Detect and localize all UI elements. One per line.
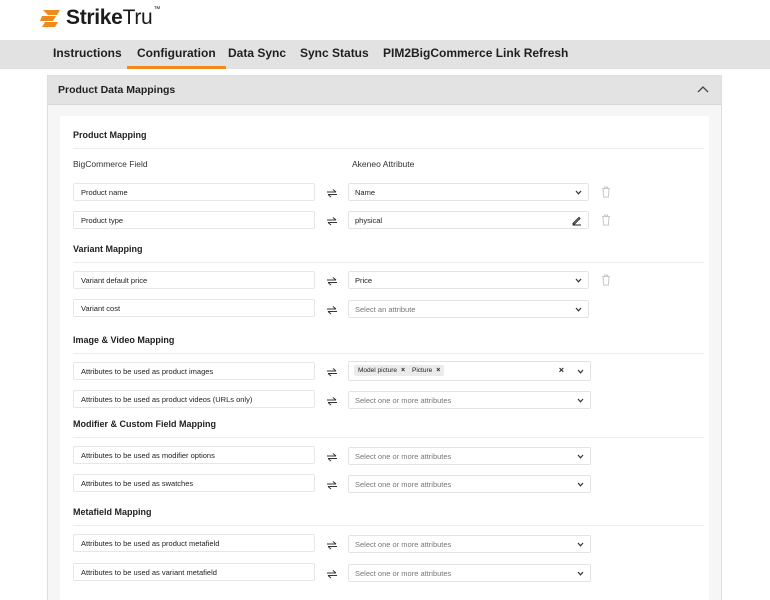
swap-arrows-icon (327, 570, 337, 579)
chevron-down-icon (575, 307, 582, 312)
select-product-name[interactable]: Name (348, 183, 589, 201)
swap-arrows-icon (327, 541, 337, 550)
swap-arrows-icon (327, 397, 337, 406)
tab-configuration[interactable]: Configuration (127, 40, 226, 69)
stroke-s-logo-icon (40, 10, 60, 27)
brand-logo: StrikeTru™ (40, 6, 161, 29)
trash-icon[interactable] (601, 274, 611, 286)
divider (73, 148, 704, 149)
swap-arrows-icon (327, 189, 337, 198)
multiselect-product-images[interactable]: Model picture × Picture × × (348, 361, 591, 381)
panel-header[interactable]: Product Data Mappings (48, 76, 721, 105)
multiselect-modifier-options[interactable]: Select one or more attributes (348, 447, 591, 465)
swap-arrows-icon (327, 306, 337, 315)
tab-instructions[interactable]: Instructions (53, 40, 122, 69)
chevron-up-icon[interactable] (697, 85, 709, 95)
trash-icon[interactable] (601, 186, 611, 198)
mapping-card: Product Mapping BigCommerce Field Akeneo… (60, 116, 709, 600)
field-variant-default-price: Variant default price (73, 271, 315, 289)
multiselect-product-metafield[interactable]: Select one or more attributes (348, 535, 591, 553)
product-data-mappings-panel: Product Data Mappings Product Mapping Bi… (47, 75, 722, 600)
clear-all-icon[interactable]: × (559, 365, 564, 375)
close-icon[interactable]: × (401, 367, 405, 374)
chevron-down-icon (577, 482, 584, 487)
tab-link-refresh[interactable]: PIM2BigCommerce Link Refresh (383, 40, 568, 69)
chevron-down-icon (577, 571, 584, 576)
section-title-image-video: Image & Video Mapping (73, 335, 175, 345)
chip-picture: Picture × (408, 365, 445, 376)
input-product-type[interactable]: physical (348, 211, 589, 229)
multiselect-variant-metafield[interactable]: Select one or more attributes (348, 564, 591, 582)
tab-sync-status[interactable]: Sync Status (300, 40, 369, 69)
field-product-name: Product name (73, 183, 315, 201)
column-label-akeneo: Akeneo Attribute (352, 159, 415, 169)
swap-arrows-icon (327, 217, 337, 226)
panel-title: Product Data Mappings (58, 84, 176, 96)
tab-data-sync[interactable]: Data Sync (228, 40, 286, 69)
section-title-modifier: Modifier & Custom Field Mapping (73, 419, 216, 429)
select-variant-cost[interactable]: Select an attribute (348, 300, 589, 318)
multiselect-swatches[interactable]: Select one or more attributes (348, 475, 591, 493)
section-title-variant: Variant Mapping (73, 244, 143, 254)
divider (73, 525, 704, 526)
chevron-down-icon (577, 398, 584, 403)
brand-name: StrikeTru™ (66, 6, 161, 29)
multiselect-product-videos[interactable]: Select one or more attributes (348, 391, 591, 409)
section-title-product: Product Mapping (73, 130, 147, 140)
select-variant-default-price[interactable]: Price (348, 271, 589, 289)
chevron-down-icon (575, 190, 582, 195)
field-product-images: Attributes to be used as product images (73, 362, 315, 380)
main-nav: Instructions Configuration Data Sync Syn… (0, 40, 770, 69)
chip-model-picture: Model picture × (354, 365, 410, 376)
swap-arrows-icon (327, 481, 337, 490)
pencil-icon[interactable] (571, 215, 582, 226)
close-icon[interactable]: × (436, 367, 440, 374)
divider (73, 437, 704, 438)
trash-icon[interactable] (601, 214, 611, 226)
chevron-down-icon (577, 454, 584, 459)
field-product-metafield: Attributes to be used as product metafie… (73, 534, 315, 552)
swap-arrows-icon (327, 368, 337, 377)
field-modifier-options: Attributes to be used as modifier option… (73, 446, 315, 464)
divider (73, 262, 704, 263)
field-product-videos: Attributes to be used as product videos … (73, 390, 315, 408)
swap-arrows-icon (327, 277, 337, 286)
field-product-type: Product type (73, 211, 315, 229)
chevron-down-icon (575, 278, 582, 283)
field-swatches: Attributes to be used as swatches (73, 474, 315, 492)
chevron-down-icon (577, 369, 584, 374)
field-variant-metafield: Attributes to be used as variant metafie… (73, 563, 315, 581)
section-title-metafield: Metafield Mapping (73, 507, 152, 517)
field-variant-cost: Variant cost (73, 299, 315, 317)
column-label-bigcommerce: BigCommerce Field (73, 159, 148, 169)
chevron-down-icon (577, 542, 584, 547)
swap-arrows-icon (327, 453, 337, 462)
divider (73, 353, 704, 354)
